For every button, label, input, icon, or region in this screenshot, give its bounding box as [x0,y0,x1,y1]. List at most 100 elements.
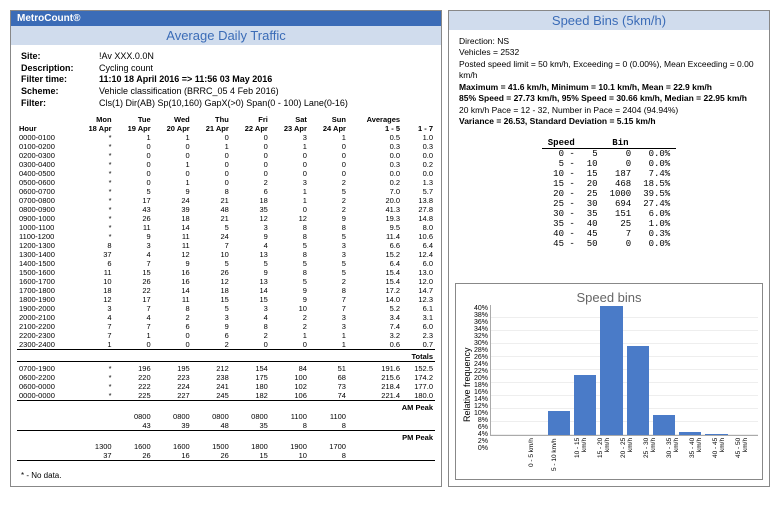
value-cell: 3 [309,241,348,250]
bin-cell: 40 [581,219,604,229]
value-cell: 22 [114,286,153,295]
value-cell: 5 [192,304,231,313]
day-header: Averages [348,115,402,124]
hour-cell [17,442,75,451]
hour-cell [17,451,75,461]
value-cell: 2 [270,313,309,322]
value-cell: 13 [231,277,270,286]
bin-header [581,138,604,149]
value-cell [348,421,402,431]
value-cell: * [75,133,114,142]
value-cell: 175 [231,373,270,382]
value-cell: 11 [153,295,192,304]
value-cell: 14.7 [402,286,435,295]
value-cell: 8 [270,268,309,277]
site-label: Site: [21,51,99,63]
ytick: 8% [474,417,488,424]
stat-pct85: 85% Speed = 27.73 km/h, 95% Speed = 30.6… [459,93,759,104]
totals-label: Totals [17,352,435,362]
hour-cell: 1200-1300 [17,241,75,250]
value-cell: 2 [153,313,192,322]
value-cell: 0 [309,169,348,178]
table-row: 0000-0100*1100310.51.0 [17,133,435,142]
ytick: 2% [474,438,488,445]
value-cell: 2 [309,277,348,286]
bin-cell: 20 - [542,189,581,199]
ytick: 18% [474,382,488,389]
bin-header: Bin [604,138,638,149]
filtertime-label: Filter time: [21,74,99,86]
value-cell: 15 [114,268,153,277]
date-header: 20 Apr [153,124,192,133]
value-cell: 10 [192,250,231,259]
bin-cell: 0 - [542,148,581,159]
value-cell: 8 [270,223,309,232]
table-row: 0200-0300*0000000.00.0 [17,151,435,160]
ytick: 22% [474,368,488,375]
value-cell: 224 [153,382,192,391]
value-cell: * [75,391,114,401]
xtick: 40 - 45 km/h [712,438,731,474]
value-cell: 7 [309,304,348,313]
bin-cell: 35 - [542,219,581,229]
value-cell: 11 [114,223,153,232]
value-cell: 9 [231,232,270,241]
day-header: Sat [270,115,309,124]
value-cell: 13 [231,250,270,259]
value-cell: 16 [153,268,192,277]
value-cell: * [75,364,114,373]
value-cell: 74 [309,391,348,401]
hour-cell: 0400-0500 [17,169,75,178]
desc-label: Description: [21,63,99,75]
table-row: 0600-2200*22022323817510068215.6174.2 [17,373,435,382]
value-cell: 9 [192,322,231,331]
value-cell: 43 [114,421,153,431]
value-cell: 35 [231,421,270,431]
value-cell: 18 [153,214,192,223]
value-cell: 11 [153,232,192,241]
value-cell: * [75,232,114,241]
xtick: 0 - 5 km/h [528,438,547,474]
value-cell: 2 [309,178,348,187]
value-cell: 5.7 [402,187,435,196]
table-row: 0900-1000*2618211212919.314.8 [17,214,435,223]
desc-value: Cycling count [99,63,153,75]
value-cell: 15.4 [348,268,402,277]
value-cell: 6 [192,331,231,340]
value-cell: 0.3 [348,142,402,151]
value-cell: 1700 [309,442,348,451]
bin-cell: 10 [581,159,604,169]
filter-value: Cls(1) Dir(AB) Sp(10,160) GapX(>0) Span(… [99,98,348,110]
table-row: 0100-0200*0010100.30.3 [17,142,435,151]
value-cell: 3.4 [348,313,402,322]
value-cell: 12.0 [402,277,435,286]
value-cell: 14.8 [402,214,435,223]
value-cell: 9 [270,295,309,304]
value-cell: 18 [231,196,270,205]
value-cell: 5 [309,268,348,277]
hour-cell: 2300-2400 [17,340,75,350]
value-cell: 8 [270,421,309,431]
value-cell: 15 [231,295,270,304]
value-cell: 1 [192,142,231,151]
value-cell: 68 [309,373,348,382]
value-cell: 8 [309,223,348,232]
value-cell: 1900 [270,442,309,451]
bin-cell: 40 - [542,229,581,239]
value-cell: 3 [192,313,231,322]
value-cell: 10 [270,304,309,313]
value-cell: 0 [114,340,153,350]
value-cell: 37 [75,250,114,259]
hour-cell: 0900-1000 [17,214,75,223]
value-cell: 3 [270,178,309,187]
xtick: 10 - 15 km/h [574,438,593,474]
value-cell: * [75,196,114,205]
filter-label: Filter: [21,98,99,110]
value-cell: 0.3 [348,160,402,169]
value-cell: 218.4 [348,382,402,391]
value-cell: 0.6 [348,340,402,350]
value-cell: 3.2 [348,331,402,340]
value-cell: 0 [114,142,153,151]
bin-cell: 5 - [542,159,581,169]
hour-cell: 1500-1600 [17,268,75,277]
